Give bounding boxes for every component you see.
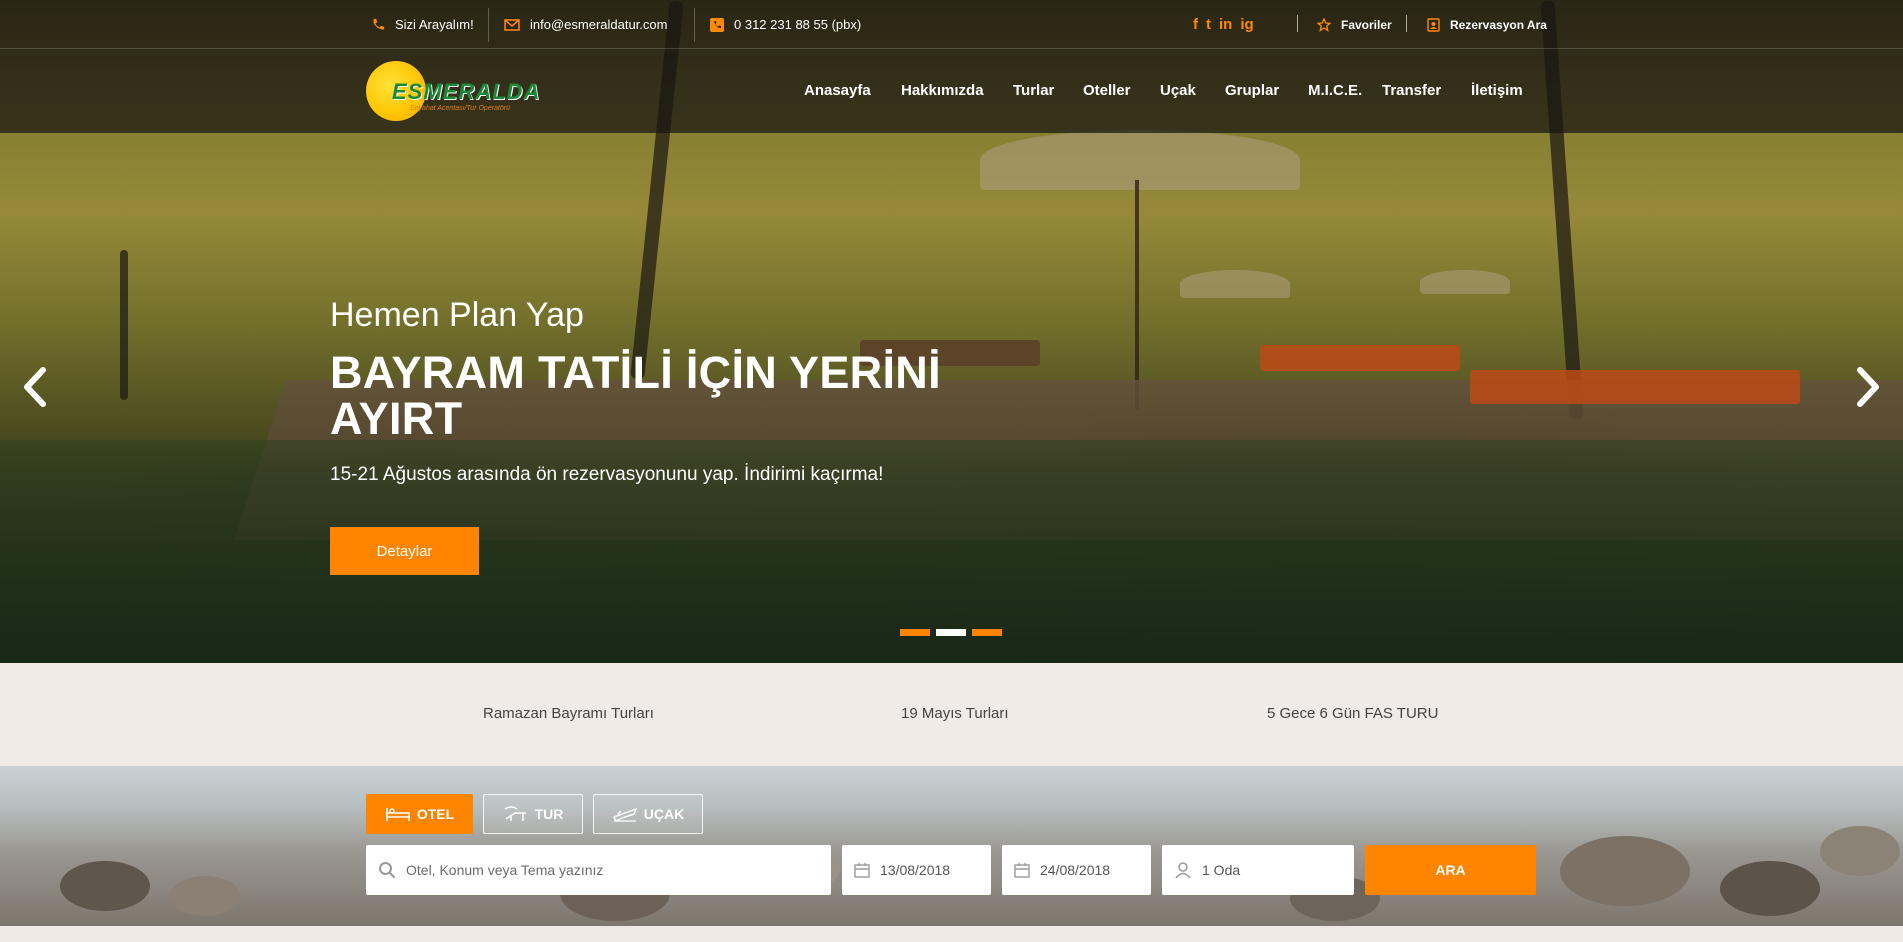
tab-otel[interactable]: OTEL: [366, 794, 473, 834]
calendar-icon: [1014, 863, 1030, 878]
plane-icon: [612, 807, 638, 823]
nav-turlar[interactable]: Turlar: [1013, 82, 1054, 99]
facebook-icon[interactable]: f: [1193, 16, 1198, 33]
instagram-icon[interactable]: ig: [1240, 16, 1253, 33]
checkout-field[interactable]: [1002, 845, 1151, 895]
twitter-icon[interactable]: t: [1206, 16, 1211, 33]
phone-text: 0 312 231 88 55 (pbx): [734, 17, 862, 32]
divider: [694, 8, 695, 42]
tab-otel-label: OTEL: [416, 806, 455, 822]
tour-link[interactable]: Ramazan Bayramı Turları: [483, 705, 654, 722]
checkin-input[interactable]: [880, 862, 991, 878]
divider: [1297, 15, 1298, 32]
reservation-search-label: Rezervasyon Ara: [1450, 17, 1547, 32]
nav-transfer[interactable]: Transfer: [1382, 82, 1441, 99]
envelope-icon: [504, 18, 520, 31]
destination-input[interactable]: [406, 862, 831, 878]
hero-subtitle: Hemen Plan Yap: [330, 296, 584, 334]
tab-tur-label: TUR: [534, 806, 564, 822]
slider-dot-active[interactable]: [936, 629, 966, 636]
nav-iletisim[interactable]: İletişim: [1471, 82, 1523, 99]
linkedin-icon[interactable]: in: [1219, 16, 1232, 33]
id-card-icon: [1427, 17, 1440, 32]
pebble: [60, 861, 150, 911]
featured-tours-bar: Ramazan Bayramı Turları 19 Mayıs Turları…: [0, 663, 1903, 766]
star-icon: [1317, 17, 1331, 32]
favorites-label: Favoriler: [1341, 17, 1392, 32]
divider: [1406, 15, 1407, 32]
nav-hakkimizda[interactable]: Hakkımızda: [901, 82, 984, 99]
pebble: [170, 876, 240, 916]
pebble: [1820, 826, 1900, 876]
call-request[interactable]: Sizi Arayalım!: [371, 0, 474, 49]
topbar: Sizi Arayalım! info@esmeraldatur.com 0 3…: [0, 0, 1903, 49]
rooms-field[interactable]: [1162, 845, 1354, 895]
hero-description: 15-21 Ağustos arasında ön rezervasyonunu…: [330, 464, 884, 485]
nav-oteller[interactable]: Oteller: [1083, 82, 1131, 99]
calendar-icon: [854, 863, 870, 878]
slider-dot[interactable]: [972, 629, 1002, 636]
email-text: info@esmeraldatur.com: [530, 17, 668, 32]
tab-ucak-label: UÇAK: [643, 806, 685, 822]
favorites-link[interactable]: Favoriler: [1317, 0, 1392, 49]
nav-mice[interactable]: M.I.C.E.: [1308, 82, 1362, 99]
phone-ring-icon: [373, 18, 385, 29]
search-icon: [379, 862, 396, 879]
chevron-right-icon: [1857, 367, 1879, 407]
divider: [488, 8, 489, 42]
reservation-search-link[interactable]: Rezervasyon Ara: [1427, 0, 1547, 49]
checkout-input[interactable]: [1040, 862, 1151, 878]
destination-field[interactable]: [366, 845, 831, 895]
checkin-field[interactable]: [842, 845, 991, 895]
tour-link[interactable]: 19 Mayıs Turları: [901, 705, 1009, 722]
logo-word: ESMERALDA: [392, 79, 541, 104]
slider-dot[interactable]: [900, 629, 930, 636]
phone-link[interactable]: 0 312 231 88 55 (pbx): [710, 0, 861, 49]
tab-ucak[interactable]: UÇAK: [593, 794, 703, 834]
email-link[interactable]: info@esmeraldatur.com: [504, 0, 667, 49]
chevron-left-icon: [24, 367, 46, 407]
hero-title: BAYRAM TATİLİ İÇİN YERİNİ AYIRT: [330, 347, 941, 444]
main-navbar: ESMERALDA Seyahat Acentası/Tur Operatörü…: [0, 49, 1903, 133]
tour-link[interactable]: 5 Gece 6 Gün FAS TURU: [1267, 705, 1438, 722]
slider-prev-button[interactable]: [14, 362, 54, 412]
social-links: f t in ig: [1193, 0, 1254, 49]
search-submit-button[interactable]: ARA: [1365, 845, 1536, 895]
pebble: [1720, 861, 1820, 916]
details-button[interactable]: Detaylar: [330, 527, 479, 575]
nav-anasayfa[interactable]: Anasayfa: [804, 82, 871, 99]
slider-next-button[interactable]: [1849, 362, 1889, 412]
tab-tur[interactable]: TUR: [483, 794, 583, 834]
bed-icon: [386, 808, 410, 821]
brand-logo[interactable]: ESMERALDA Seyahat Acentası/Tur Operatörü: [366, 61, 539, 123]
logo-tagline: Seyahat Acentası/Tur Operatörü: [410, 105, 510, 112]
user-icon: [1175, 862, 1191, 879]
slider-pagination: [900, 629, 1002, 636]
pebble: [1560, 836, 1690, 906]
nav-gruplar[interactable]: Gruplar: [1225, 82, 1279, 99]
call-request-label: Sizi Arayalım!: [395, 17, 474, 32]
section-divider: [0, 926, 1903, 942]
phone-icon: [710, 17, 724, 32]
nav-ucak[interactable]: Uçak: [1160, 82, 1196, 99]
rooms-input[interactable]: [1202, 862, 1354, 878]
sunbed-icon: [504, 806, 526, 821]
